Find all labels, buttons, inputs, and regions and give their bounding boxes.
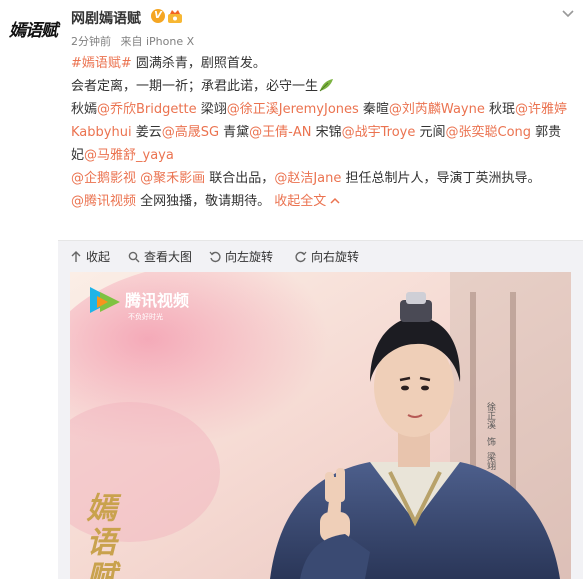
mention-link[interactable]: @乔欣Bridgette — [97, 102, 197, 117]
poster-title: 嫣语赋 — [81, 492, 117, 579]
arrow-up-icon — [71, 250, 81, 262]
actor-role-connector: 饰 — [485, 436, 496, 447]
cast-role: 姜云 — [131, 125, 162, 140]
actor-name-vertical: 徐正溪 — [485, 401, 496, 430]
media-area: 腾讯视频 不负好时光 徐正溪 饰 梁翊 嫣语赋 — [58, 270, 583, 579]
rotate-right-icon — [295, 251, 307, 262]
hashtag-link[interactable]: #嫣语赋# — [71, 56, 132, 71]
post-line-2: 会者定离，一期一祈；承君此诺，必守一生 — [71, 75, 571, 98]
post-meta: 2分钟前 来自 iPhone X — [71, 33, 200, 49]
media-toolbar: 收起 查看大图 向左旋转 向右旋转 — [58, 240, 583, 270]
mention-link[interactable]: @徐正溪JeremyJones — [227, 102, 359, 117]
rotate-right-label: 向右旋转 — [311, 250, 360, 264]
mention-link[interactable]: @聚禾影画 — [140, 171, 205, 186]
mention-link[interactable]: @腾讯视频 — [71, 194, 136, 209]
joint-text: 联合出品， — [205, 171, 275, 186]
chevron-down-icon[interactable] — [561, 6, 575, 20]
cast-role: 秋珉 — [484, 102, 515, 117]
poster-image[interactable]: 腾讯视频 不负好时光 徐正溪 饰 梁翊 嫣语赋 — [70, 272, 571, 579]
chief-text: 担任总制片人，导演丁英洲执导。 — [341, 171, 541, 186]
avatar-logo-text: 嫣语赋 — [9, 20, 58, 41]
cast-list: 秋嫣@乔欣Bridgette 梁翊@徐正溪JeremyJones 秦暄@刘芮麟W… — [71, 98, 571, 167]
mention-link[interactable]: @战宇Troye — [342, 125, 416, 140]
author-name[interactable]: 网剧嫣语赋 — [71, 8, 141, 28]
cast-role: 秋嫣 — [71, 102, 98, 117]
collapse-text-link[interactable]: 收起全文 — [270, 194, 340, 209]
chevron-up-icon — [330, 197, 340, 204]
mention-link[interactable]: @赵洁Jane — [274, 171, 341, 186]
post-line-1-text: 圆满杀青，剧照首发。 — [131, 56, 266, 71]
rotate-left-label: 向左旋转 — [225, 250, 274, 264]
cast-role: 元阆 — [415, 125, 446, 140]
mention-link[interactable]: @企鹅影视 — [71, 171, 136, 186]
platform-text: 全网独播，敬请期待。 — [136, 194, 271, 209]
cast-role: 秦暄 — [358, 102, 389, 117]
view-large-button[interactable]: 查看大图 — [128, 248, 192, 265]
cast-role: 青黛 — [219, 125, 250, 140]
view-large-label: 查看大图 — [144, 250, 193, 264]
poster-illustration: 腾讯视频 不负好时光 徐正溪 饰 梁翊 嫣语赋 — [70, 272, 571, 579]
cast-role: 梁翊 — [196, 102, 227, 117]
verified-icon: V — [151, 9, 165, 23]
member-crown-icon — [168, 10, 182, 23]
leaf-emoji-icon — [319, 79, 334, 92]
post-line-2-text: 会者定离，一期一祈；承君此诺，必守一生 — [71, 79, 319, 94]
mention-link[interactable]: @高晟SG — [162, 125, 219, 140]
collapse-media-button[interactable]: 收起 — [70, 248, 110, 265]
producers-line: @企鹅影视 @聚禾影画 联合出品，@赵洁Jane 担任总制片人，导演丁英洲执导。 — [71, 167, 571, 190]
mention-link[interactable]: @张奕聪Cong — [446, 125, 532, 140]
search-icon — [128, 251, 140, 262]
tencent-video-slogan: 不负好时光 — [128, 312, 163, 321]
rotate-right-button[interactable]: 向右旋转 — [295, 248, 359, 265]
collapse-label: 收起 — [86, 250, 111, 264]
post-header: 嫣语赋 网剧嫣语赋 V 2分钟前 来自 iPhone X — [0, 0, 583, 52]
rotate-left-button[interactable]: 向左旋转 — [209, 248, 273, 265]
cast-role: 宋锦 — [311, 125, 342, 140]
mention-link[interactable]: @王倩-AN — [249, 125, 311, 140]
platform-line: @腾讯视频 全网独播，敬请期待。 收起全文 — [71, 190, 571, 213]
post-time[interactable]: 2分钟前 — [71, 35, 111, 48]
rotate-left-icon — [209, 251, 221, 262]
post-text: #嫣语赋# 圆满杀青，剧照首发。 会者定离，一期一祈；承君此诺，必守一生 秋嫣@… — [71, 52, 571, 213]
avatar[interactable]: 嫣语赋 — [9, 8, 58, 48]
tencent-video-brand: 腾讯视频 — [125, 291, 189, 310]
post-line-1: #嫣语赋# 圆满杀青，剧照首发。 — [71, 52, 571, 75]
mention-link[interactable]: @马雅舒_yaya — [84, 148, 174, 163]
post-source: 来自 iPhone X — [120, 35, 195, 48]
actor-role-vertical: 梁翊 — [485, 451, 496, 470]
mention-link[interactable]: @刘芮麟Wayne — [389, 102, 485, 117]
